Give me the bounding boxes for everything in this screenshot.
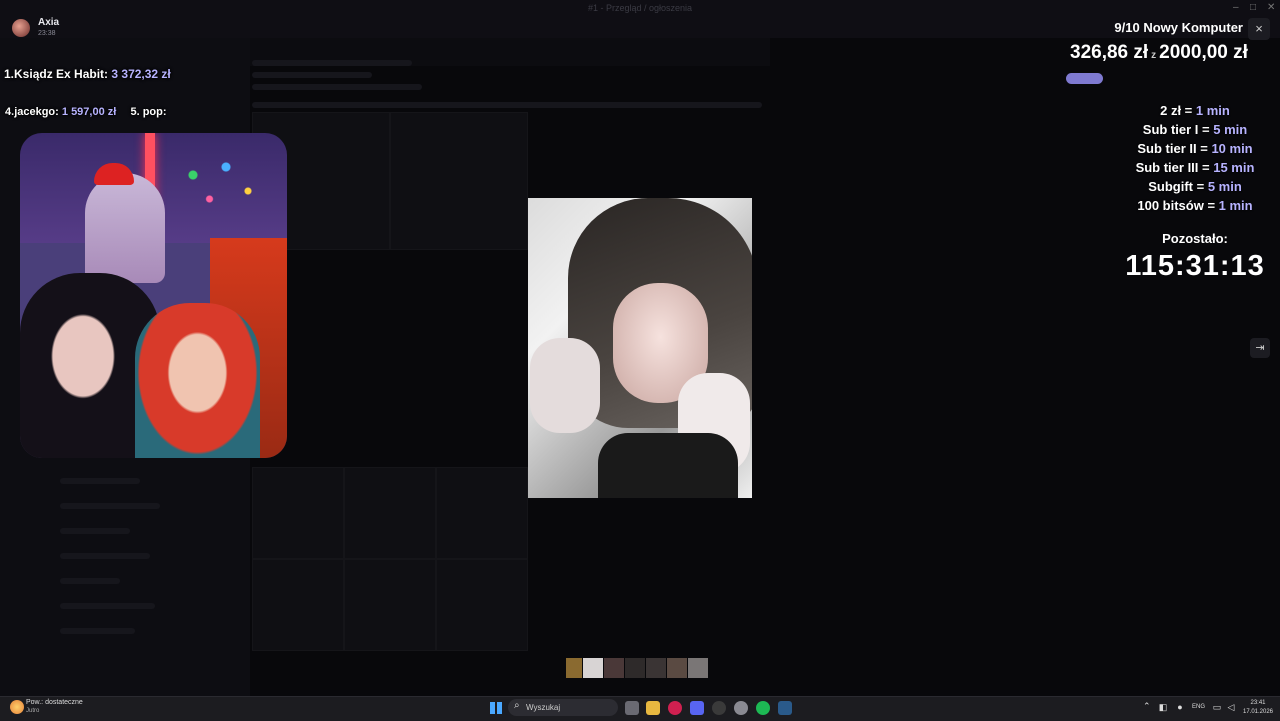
expand-panel-icon[interactable]: ⇥: [1250, 338, 1270, 358]
taskbar-search[interactable]: [508, 699, 618, 716]
volume-icon[interactable]: ◁: [1226, 702, 1236, 712]
language-indicator[interactable]: ENG: [1192, 704, 1205, 710]
microphone-icon[interactable]: ●: [1175, 702, 1185, 712]
weather-subtitle: Jutro: [26, 708, 40, 714]
leaderboard-rank: 5.: [130, 106, 140, 118]
leaderboard-name: jacekgo:: [14, 106, 59, 118]
image-thumbnail[interactable]: [646, 658, 666, 678]
image-thumbnail[interactable]: [625, 658, 645, 678]
opera-icon[interactable]: [668, 701, 682, 715]
search-placeholder[interactable]: Wyszukaj: [526, 703, 560, 712]
leaderboard-first: 1.Ksiądz Ex Habit: 3 372,32 zł: [4, 67, 171, 81]
leaderboard-rank: 4.: [5, 106, 15, 118]
goal-amounts: 326,86 zł z 2000,00 zł: [1070, 42, 1280, 64]
goal-title: 9/10 Nowy Komputer: [1114, 20, 1243, 35]
viewer-image[interactable]: [528, 198, 752, 498]
discord-icon[interactable]: [690, 701, 704, 715]
leaderboard-amount: 1 597,00 zł: [61, 106, 117, 118]
leaderboard-amount: 3 372,32 zł: [111, 67, 171, 81]
image-thumbnail[interactable]: [667, 658, 687, 678]
author-name[interactable]: Axia: [38, 17, 59, 28]
settings-icon[interactable]: [734, 701, 748, 715]
countdown-timer: 115:31:13: [1125, 250, 1265, 282]
weather-title[interactable]: Pow.: dostateczne: [26, 699, 83, 706]
task-view-icon[interactable]: [625, 701, 639, 715]
rate-row: Subgift = 5 min: [1148, 179, 1242, 194]
rate-row: Sub tier II = 10 min: [1137, 141, 1253, 156]
tray-app-icon[interactable]: ◧: [1158, 702, 1168, 712]
rate-row: 2 zł = 1 min: [1160, 103, 1230, 118]
weather-icon[interactable]: [10, 700, 24, 714]
leaderboard-row: 4.jacekgo: 1 597,00 zł 5. pop:: [5, 106, 167, 118]
background-image-gallery: [252, 112, 528, 652]
taskbar: [0, 696, 1280, 721]
rate-row: Sub tier I = 5 min: [1142, 122, 1248, 137]
file-explorer-icon[interactable]: [646, 701, 660, 715]
image-thumbnail[interactable]: [604, 658, 624, 678]
image-thumbnail-strip: [566, 658, 708, 678]
leaderboard-rank: 1.: [4, 67, 15, 81]
image-thumbnail[interactable]: [688, 658, 708, 678]
subathon-rates: 2 zł = 1 min Sub tier I = 5 min Sub tier…: [1100, 101, 1280, 215]
clock-time[interactable]: 23:41: [1243, 700, 1273, 706]
leaderboard-name: Ksiądz Ex Habit:: [14, 67, 109, 81]
goal-current: 326,86 zł: [1070, 42, 1149, 63]
timer-label: Pozostało:: [1162, 231, 1228, 246]
background-message: [252, 60, 772, 110]
image-thumbnail[interactable]: [566, 658, 582, 678]
goal-target: 2000,00 zł: [1159, 42, 1248, 63]
minimize-icon[interactable]: –: [1233, 2, 1239, 13]
tray-overflow-icon[interactable]: ⌃: [1143, 701, 1151, 712]
webcam-feed: [20, 133, 287, 458]
spotify-icon[interactable]: [756, 701, 770, 715]
close-icon[interactable]: ×: [1248, 18, 1270, 40]
search-icon: ⌕: [514, 700, 520, 711]
clock-date[interactable]: 17.01.2026: [1240, 709, 1276, 715]
network-icon[interactable]: ▭: [1212, 702, 1222, 712]
obs-icon[interactable]: [712, 701, 726, 715]
author-avatar[interactable]: [12, 19, 30, 37]
start-button[interactable]: [490, 702, 502, 714]
post-time: 23:38: [38, 30, 56, 37]
image-thumbnail[interactable]: [583, 658, 603, 678]
steam-icon[interactable]: [778, 701, 792, 715]
goal-progress-bar: [1066, 73, 1103, 84]
maximize-icon[interactable]: □: [1250, 2, 1256, 13]
close-window-icon[interactable]: ✕: [1267, 2, 1275, 13]
rate-row: 100 bitsów = 1 min: [1137, 198, 1253, 213]
leaderboard-name: pop:: [142, 106, 167, 118]
window-title: #1 - Przegląd / ogłoszenia: [587, 3, 693, 13]
rate-row: Sub tier III = 15 min: [1135, 160, 1255, 175]
goal-separator: z: [1151, 50, 1157, 61]
